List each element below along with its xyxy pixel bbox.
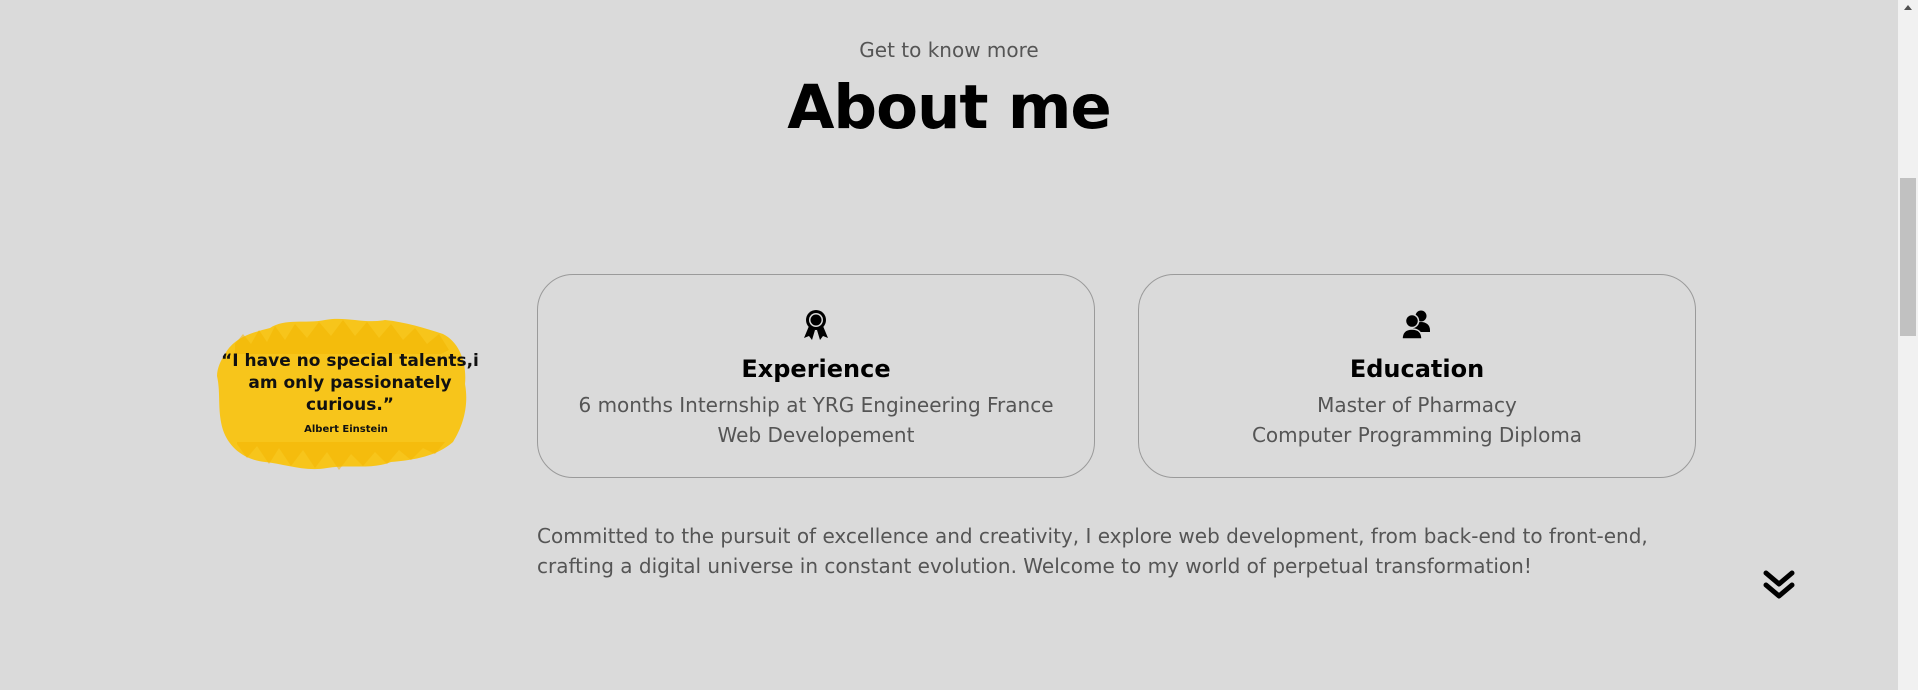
education-line: Master of Pharmacy [1317,393,1517,417]
double-chevron-down-icon [1762,570,1796,606]
quote-author: Albert Einstein [304,424,388,435]
quote-image: “I have no special talents,i am only pas… [215,314,479,472]
users-icon [1401,308,1433,340]
education-title: Education [1349,355,1485,383]
education-line: Computer Programming Diploma [1251,423,1583,447]
scrollbar-thumb[interactable] [1900,178,1916,336]
education-card: Education Master of Pharmacy Computer Pr… [1138,274,1696,478]
about-section: Get to know more About me “I have no spe… [0,0,1918,690]
page-scrollbar[interactable] [1898,0,1918,690]
scroll-up-arrow-icon[interactable] [1898,0,1918,17]
section-title: About me [787,72,1112,143]
section-subtitle: Get to know more [859,38,1039,62]
about-description: Committed to the pursuit of excellence a… [537,524,1648,578]
experience-title: Experience [741,355,891,383]
award-ribbon-icon [800,308,832,340]
scroll-down-button[interactable] [1762,570,1796,602]
experience-line: Web Developement [717,423,915,447]
experience-line: 6 months Internship at YRG Engineering F… [578,393,1054,417]
quote-text: “I have no special talents,i am only pas… [221,351,479,415]
experience-card: Experience 6 months Internship at YRG En… [537,274,1095,478]
